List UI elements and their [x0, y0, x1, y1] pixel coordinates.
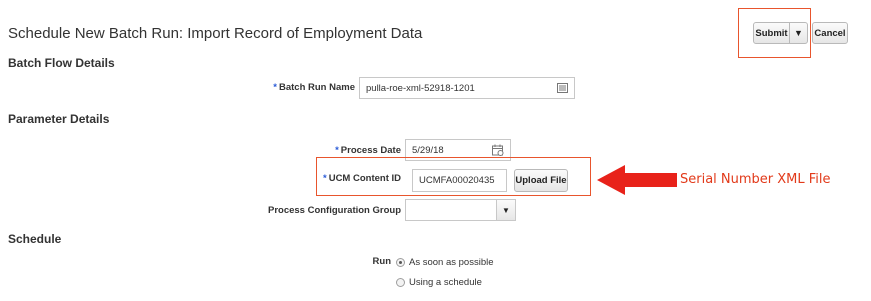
ucm-content-id-input[interactable]: UCMFA00020435	[412, 169, 507, 192]
submit-menu-button[interactable]: ▼	[789, 22, 808, 44]
radio-using-schedule[interactable]	[396, 278, 405, 287]
config-group-label: Process Configuration Group	[267, 205, 401, 216]
process-date-label-row: * Process Date	[335, 145, 401, 156]
page-title: Schedule New Batch Run: Import Record of…	[8, 25, 423, 42]
details-icon[interactable]	[557, 83, 568, 93]
cancel-button[interactable]: Cancel	[812, 22, 848, 44]
ucm-content-id-label: UCM Content ID	[328, 173, 401, 184]
config-group-select[interactable]: ▼	[405, 199, 516, 221]
batch-run-name-label-row: * Batch Run Name	[273, 82, 355, 93]
ucm-label-row: * UCM Content ID	[323, 173, 401, 184]
calendar-icon[interactable]	[492, 144, 504, 156]
batch-run-name-label: Batch Run Name	[278, 82, 355, 93]
upload-file-button[interactable]: Upload File	[514, 169, 568, 192]
radio-asap-label[interactable]: As soon as possible	[409, 257, 494, 268]
radio-asap[interactable]	[396, 258, 405, 267]
schedule-heading: Schedule	[8, 232, 62, 246]
run-label: Run	[372, 256, 391, 267]
dropdown-toggle[interactable]: ▼	[496, 200, 515, 220]
arrow-left-icon	[597, 165, 677, 195]
required-marker: *	[335, 145, 339, 156]
submit-label: Submit	[755, 27, 788, 39]
caret-down-icon: ▼	[502, 205, 510, 215]
caret-down-icon: ▼	[794, 28, 803, 38]
radio-using-schedule-label[interactable]: Using a schedule	[409, 277, 482, 288]
annotation-text: Serial Number XML File	[680, 172, 831, 187]
process-date-value: 5/29/18	[412, 144, 444, 156]
cancel-label: Cancel	[814, 27, 846, 39]
upload-file-label: Upload File	[515, 175, 567, 186]
process-date-label: Process Date	[340, 145, 401, 156]
parameter-details-heading: Parameter Details	[8, 112, 110, 126]
batch-run-name-value: pulla-roe-xml-52918-1201	[366, 82, 475, 94]
submit-button[interactable]: Submit	[753, 22, 790, 44]
required-marker: *	[273, 82, 277, 93]
required-marker: *	[323, 173, 327, 184]
ucm-content-id-value: UCMFA00020435	[419, 175, 495, 186]
batch-run-name-input[interactable]: pulla-roe-xml-52918-1201	[359, 77, 575, 99]
batch-flow-heading: Batch Flow Details	[8, 56, 115, 70]
